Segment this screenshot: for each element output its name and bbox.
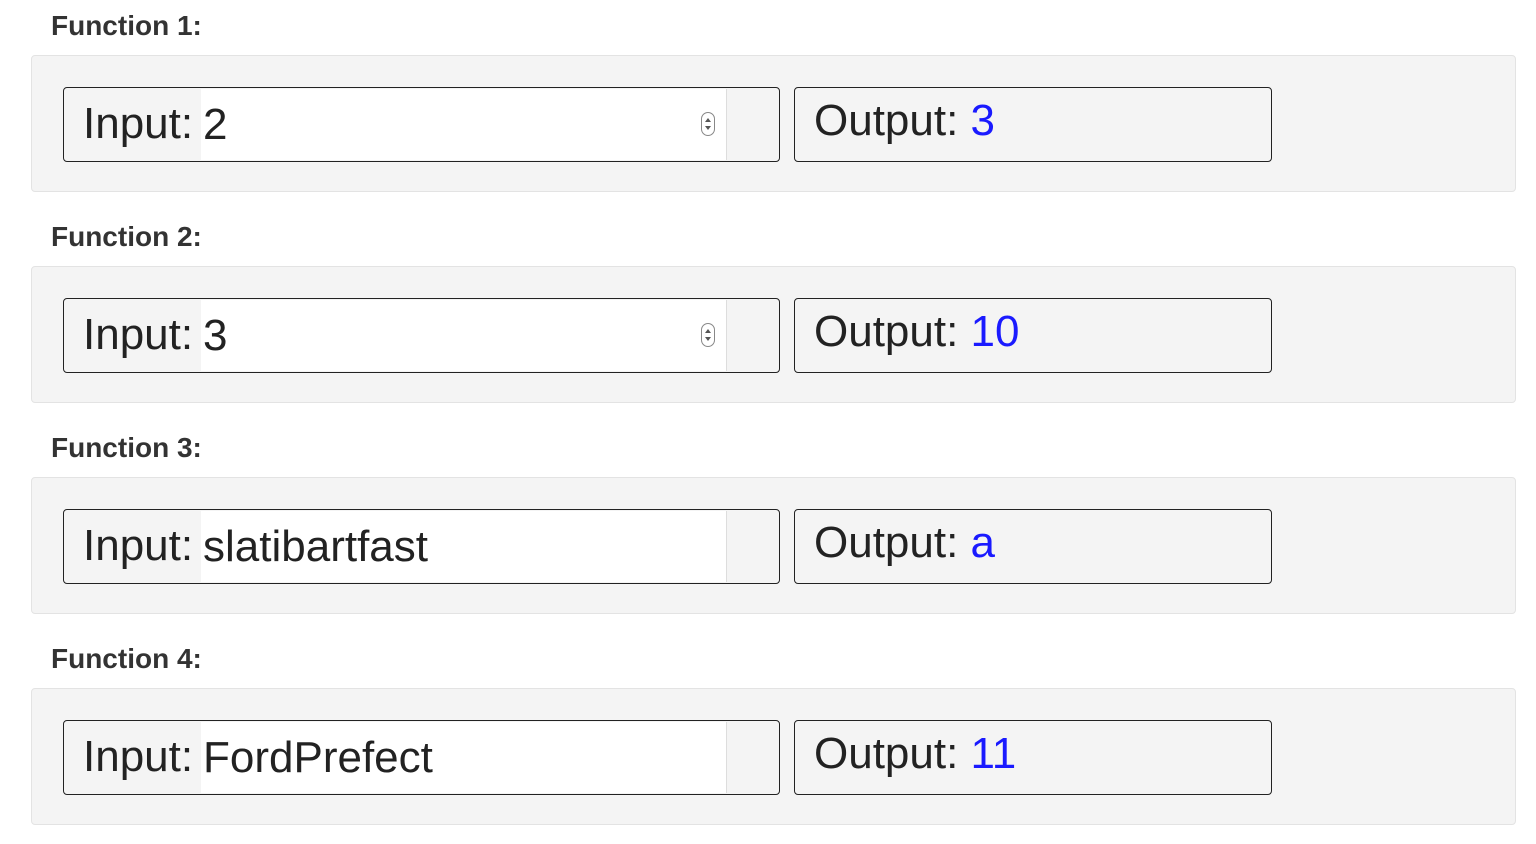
function-4-panel: Input: Output: 11 <box>31 688 1516 825</box>
function-3-output-group: Output: a <box>794 509 1272 584</box>
function-3-panel: Input: Output: a <box>31 477 1516 614</box>
function-4-output-group: Output: 11 <box>794 720 1272 795</box>
function-3-input-group: Input: <box>63 509 780 584</box>
function-1-title: Function 1: <box>51 10 202 41</box>
function-1-output-group: Output: 3 <box>794 87 1272 162</box>
function-3-title: Function 3: <box>51 432 202 463</box>
function-2-input-group: Input: <box>63 298 780 373</box>
function-2-input-field[interactable] <box>201 300 727 371</box>
spinner-up-icon[interactable] <box>705 329 711 333</box>
function-3-output-label: Output: <box>814 518 959 567</box>
page: Function 1: Input: Output: 3 Function 2:… <box>0 0 1536 844</box>
function-1-input-group: Input: <box>63 87 780 162</box>
function-2-output-label: Output: <box>814 307 959 356</box>
function-3-input-label: Input: <box>83 521 194 570</box>
function-4-output-value: 11 <box>970 729 1017 778</box>
function-2-title: Function 2: <box>51 221 202 252</box>
function-4-output-line: Output: 11 <box>814 721 1016 787</box>
spinner-icon[interactable] <box>701 323 715 347</box>
spinner-up-icon[interactable] <box>705 118 711 122</box>
function-4-input-field[interactable] <box>201 722 727 793</box>
function-1-input-field[interactable] <box>201 89 727 160</box>
function-1-panel: Input: Output: 3 <box>31 55 1516 192</box>
function-2-output-value: 10 <box>970 307 1020 356</box>
function-3-output-line: Output: a <box>814 510 995 576</box>
function-2-output-group: Output: 10 <box>794 298 1272 373</box>
function-3-input-field[interactable] <box>201 511 727 582</box>
spinner-down-icon[interactable] <box>705 126 711 130</box>
function-4-output-label: Output: <box>814 729 959 778</box>
function-1-output-line: Output: 3 <box>814 88 995 154</box>
function-4-input-label: Input: <box>83 732 194 781</box>
spinner-icon[interactable] <box>701 112 715 136</box>
function-4-input-group: Input: <box>63 720 780 795</box>
function-2-panel: Input: Output: 10 <box>31 266 1516 403</box>
spinner-down-icon[interactable] <box>705 337 711 341</box>
function-2-output-line: Output: 10 <box>814 299 1020 365</box>
function-4-title: Function 4: <box>51 643 202 674</box>
function-1-input-label: Input: <box>83 99 194 148</box>
function-3-output-value: a <box>970 518 996 567</box>
function-1-output-label: Output: <box>814 96 959 145</box>
function-1-output-value: 3 <box>970 96 996 145</box>
function-2-input-label: Input: <box>83 310 194 359</box>
